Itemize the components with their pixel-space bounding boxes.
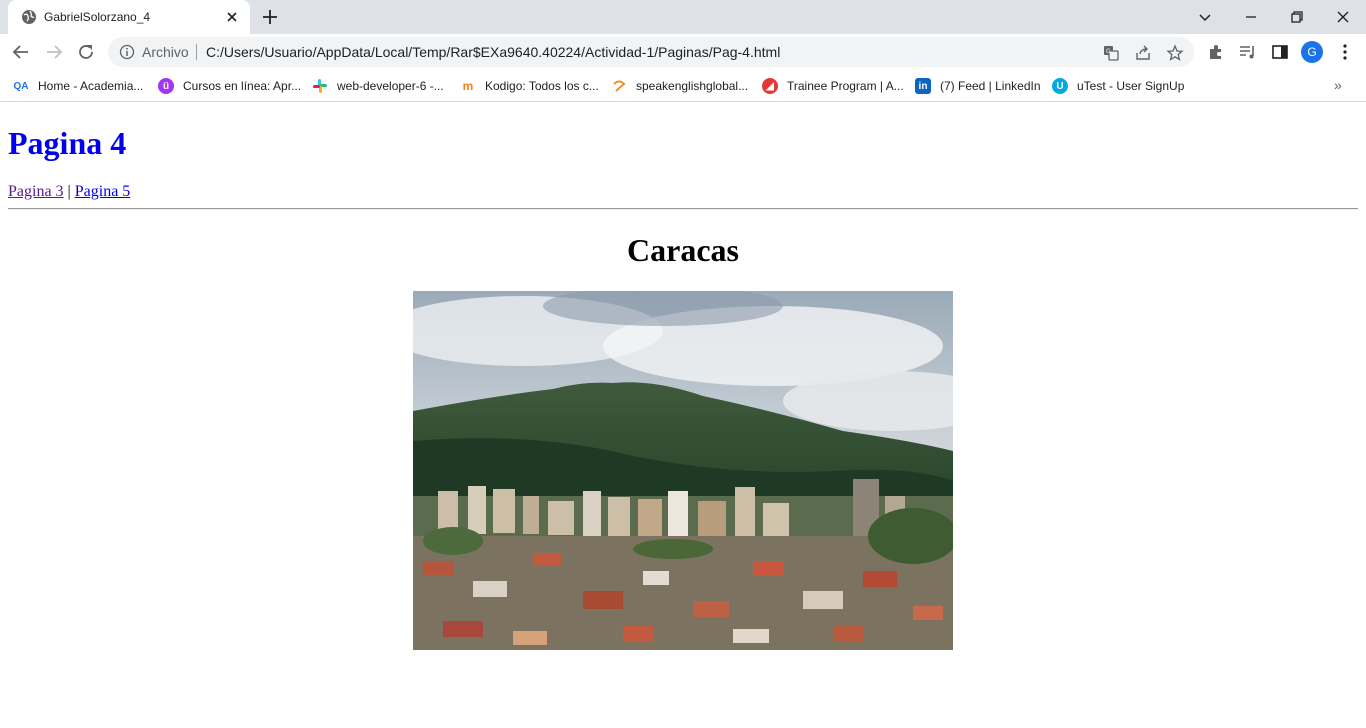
nav-separator: | xyxy=(67,183,71,200)
restore-icon[interactable] xyxy=(1286,6,1308,28)
horizontal-rule xyxy=(8,208,1358,210)
linkedin-icon: in xyxy=(915,78,931,94)
browser-tab[interactable]: GabrielSolorzano_4 xyxy=(8,0,250,34)
bookmark-label: speakenglishglobal... xyxy=(636,79,749,93)
new-tab-icon[interactable] xyxy=(261,8,279,26)
address-bar[interactable]: Archivo C:/Users/Usuario/AppData/Local/T… xyxy=(108,37,1194,67)
link-pagina-5[interactable]: Pagina 5 xyxy=(75,183,131,200)
slack-icon xyxy=(313,79,327,93)
city-title: Caracas xyxy=(627,232,739,268)
tab-strip: GabrielSolorzano_4 xyxy=(0,0,1366,34)
academia-icon: QA xyxy=(13,80,29,92)
svg-text:G: G xyxy=(1106,48,1111,55)
tab-search-chevron-icon[interactable] xyxy=(1194,6,1216,28)
close-window-icon[interactable] xyxy=(1332,6,1354,28)
bookmark-speakenglish[interactable]: speakenglishglobal... xyxy=(611,77,748,95)
utest-icon: U xyxy=(1052,78,1068,94)
page-navigation: Pagina 3 | Pagina 5 xyxy=(8,183,130,201)
page-title: Pagina 4 xyxy=(8,125,127,161)
bookmark-trainee[interactable]: ◢ Trainee Program | A... xyxy=(762,77,904,95)
bookmark-label: Home - Academia... xyxy=(38,79,144,93)
forward-icon[interactable] xyxy=(43,41,65,63)
bookmark-label: uTest - User SignUp xyxy=(1077,79,1185,93)
caracas-photo xyxy=(413,291,953,650)
profile-avatar[interactable]: G xyxy=(1301,41,1323,63)
bookmark-linkedin[interactable]: in (7) Feed | LinkedIn xyxy=(915,77,1041,95)
url-text[interactable]: C:/Users/Usuario/AppData/Local/Temp/Rar$… xyxy=(206,44,780,60)
speakenglish-icon xyxy=(613,80,626,92)
bookmark-academia[interactable]: QA Home - Academia... xyxy=(13,77,144,95)
back-icon[interactable] xyxy=(10,41,32,63)
browser-toolbar: Archivo C:/Users/Usuario/AppData/Local/T… xyxy=(0,34,1366,70)
tab-title: GabrielSolorzano_4 xyxy=(44,10,151,24)
media-controls-icon[interactable] xyxy=(1238,42,1258,62)
reload-icon[interactable] xyxy=(75,41,97,63)
share-icon[interactable] xyxy=(1134,44,1152,62)
close-icon[interactable] xyxy=(224,9,240,25)
bookmark-slack[interactable]: web-developer-6 -... xyxy=(312,77,444,95)
globe-icon xyxy=(22,10,36,24)
info-icon[interactable] xyxy=(119,44,135,60)
trainee-icon: ◢ xyxy=(762,78,778,94)
bookmarks-bar: QA Home - Academia... ü Cursos en línea:… xyxy=(0,70,1366,102)
security-label: Archivo xyxy=(142,44,189,60)
more-menu-icon[interactable] xyxy=(1335,42,1355,62)
bookmark-udemy[interactable]: ü Cursos en línea: Apr... xyxy=(158,77,301,95)
side-panel-icon[interactable] xyxy=(1270,42,1290,62)
omnibox-separator xyxy=(196,44,197,60)
bookmark-kodigo[interactable]: m Kodigo: Todos los c... xyxy=(460,77,599,95)
page-content: Pagina 4 Pagina 3 | Pagina 5 Caracas xyxy=(0,103,1366,728)
bookmark-label: web-developer-6 -... xyxy=(337,79,444,93)
link-pagina-3[interactable]: Pagina 3 xyxy=(8,183,64,200)
bookmark-label: Cursos en línea: Apr... xyxy=(183,79,302,93)
bookmark-utest[interactable]: U uTest - User SignUp xyxy=(1052,77,1184,95)
bookmark-label: Trainee Program | A... xyxy=(787,79,904,93)
bookmark-label: Kodigo: Todos los c... xyxy=(485,79,599,93)
more-bookmarks-icon[interactable]: » xyxy=(1334,77,1342,93)
udemy-icon: ü xyxy=(158,78,174,94)
moodle-icon: m xyxy=(462,79,474,93)
bookmark-star-icon[interactable] xyxy=(1166,44,1184,62)
extensions-icon[interactable] xyxy=(1206,42,1226,62)
minimize-icon[interactable] xyxy=(1240,6,1262,28)
bookmark-label: (7) Feed | LinkedIn xyxy=(940,79,1041,93)
translate-icon[interactable]: G xyxy=(1102,44,1120,62)
